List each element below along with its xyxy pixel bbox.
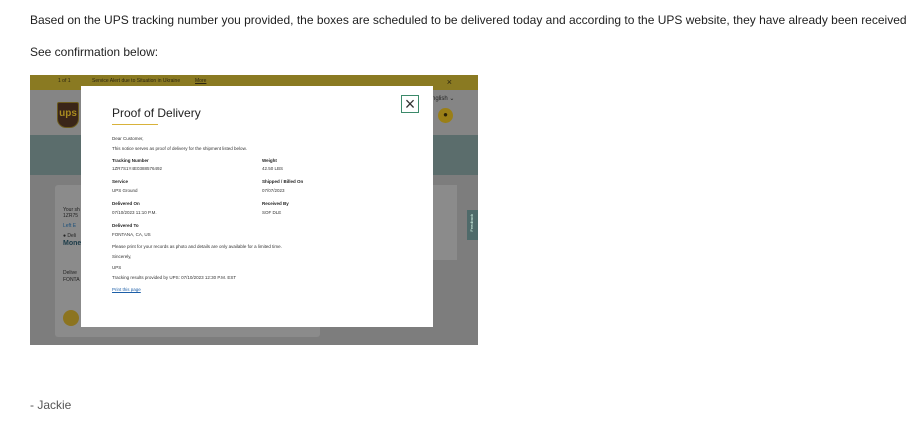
sincerely-text: Sincerely,: [112, 254, 132, 259]
alert-more-link[interactable]: More: [195, 78, 206, 84]
shipped-value: 07/07/2023: [262, 188, 285, 193]
card-text-4: ● Deli: [63, 233, 77, 239]
card-action-button[interactable]: [63, 310, 79, 326]
shipped-label: Shipped / Billed On: [262, 179, 304, 184]
weight-value: 42.50 LBS: [262, 166, 284, 171]
intro-text: This notice serves as proof of delivery …: [112, 146, 247, 151]
provided-by-text: Tracking results provided by UPS: 07/10/…: [112, 275, 237, 280]
card-text-6: Delive: [63, 270, 77, 276]
service-value: UPS Ground: [112, 188, 138, 193]
greeting: Dear Customer,: [112, 136, 144, 141]
delivered-to-value: FONTANA, CA, US: [112, 232, 151, 237]
print-page-link[interactable]: Print this page: [112, 287, 141, 292]
ups-screenshot: 1 of 1 Service Alert due to Situation in…: [30, 75, 478, 345]
message-line-2: See confirmation below:: [30, 45, 159, 59]
delivered-on-value: 07/10/2023 11:10 P.M.: [112, 210, 157, 215]
ups-logo[interactable]: ups: [57, 102, 79, 128]
close-button[interactable]: ×: [401, 94, 419, 114]
alert-text: Service Alert due to Situation in Ukrain…: [92, 78, 181, 84]
print-notice: Please print for your records as photo a…: [112, 244, 282, 249]
delivered-to-label: Delivered To: [112, 223, 139, 228]
close-icon: ×: [404, 94, 416, 114]
tracking-number-value: 1ZR7S1Y4E0388576492: [112, 166, 163, 171]
modal-title: Proof of Delivery: [112, 106, 201, 120]
service-label: Service: [112, 179, 129, 184]
card-text-2: 1ZR75: [63, 213, 79, 219]
feedback-tab[interactable]: Feedback: [467, 210, 478, 240]
language-selector[interactable]: nglish ⌄: [432, 95, 454, 102]
received-by-value: SOF DLE: [262, 210, 282, 215]
proof-of-delivery-modal: Proof of Delivery × Dear Customer, This …: [81, 86, 433, 327]
title-underline: [112, 124, 158, 125]
weight-label: Weight: [262, 158, 277, 163]
message-line-1: Based on the UPS tracking number you pro…: [30, 13, 906, 27]
side-card: [430, 185, 457, 260]
company-text: UPS: [112, 265, 122, 270]
user-icon[interactable]: ●: [438, 108, 453, 123]
card-text-5: Mone: [63, 240, 82, 247]
delivered-on-label: Delivered On: [112, 201, 140, 206]
alert-count: 1 of 1: [58, 78, 71, 84]
alert-close-icon[interactable]: ×: [447, 77, 452, 87]
tracking-number-label: Tracking Number: [112, 158, 149, 163]
card-text-7: FONTA: [63, 277, 80, 283]
card-text-3[interactable]: Left E: [63, 223, 76, 229]
signature: - Jackie: [30, 398, 72, 412]
received-by-label: Received By: [262, 201, 289, 206]
